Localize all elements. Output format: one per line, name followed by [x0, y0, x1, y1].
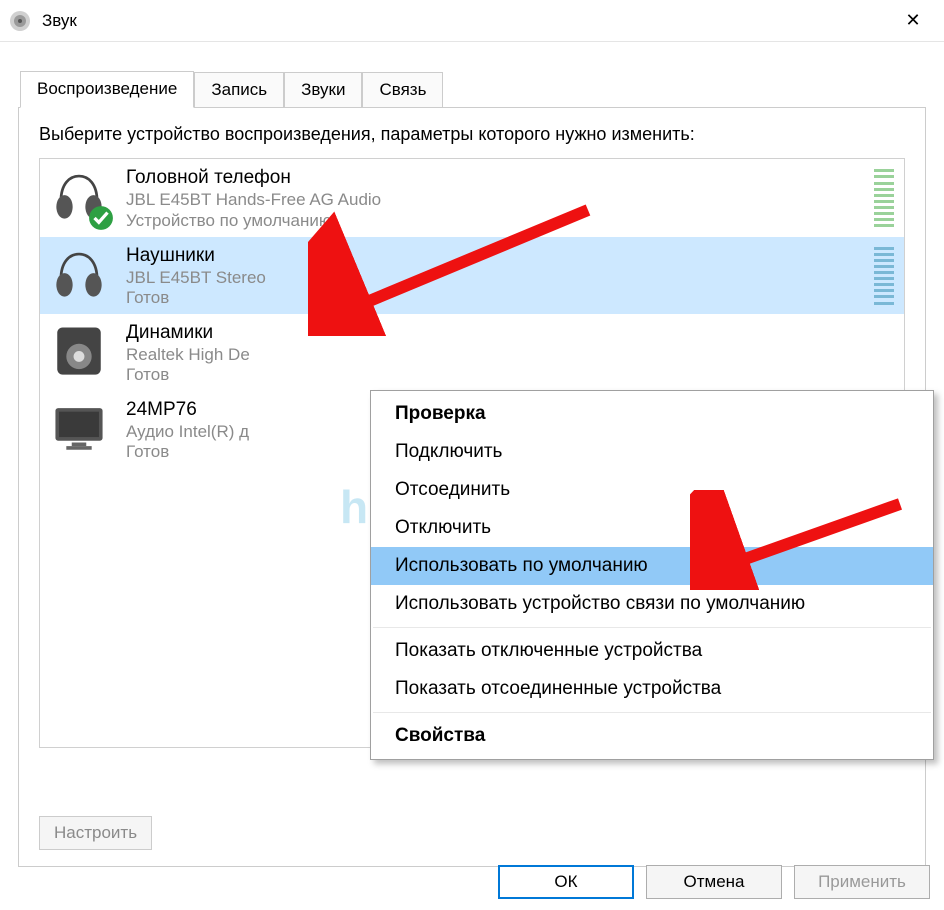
titlebar[interactable]: Звук ✕ — [0, 0, 944, 42]
close-button[interactable]: ✕ — [890, 6, 936, 36]
window-title: Звук — [42, 11, 77, 31]
monitor-icon — [50, 399, 108, 457]
cancel-button[interactable]: Отмена — [646, 865, 782, 899]
app-icon — [8, 9, 32, 33]
menu-item-connect[interactable]: Подключить — [371, 433, 933, 471]
headphones-icon — [50, 245, 108, 303]
annotation-arrow-icon — [690, 490, 920, 590]
menu-item-show-disconnected[interactable]: Показать отсоединенные устройства — [371, 670, 933, 708]
tabstrip: Воспроизведение Запись Звуки Связь — [20, 70, 944, 107]
speaker-icon — [50, 322, 108, 380]
close-icon: ✕ — [905, 10, 920, 31]
ok-button[interactable]: ОК — [498, 865, 634, 899]
level-meter — [874, 247, 894, 305]
menu-item-set-default-comm[interactable]: Использовать устройство связи по умолчан… — [371, 585, 933, 623]
menu-item-test[interactable]: Проверка — [371, 395, 933, 433]
tab-recording[interactable]: Запись — [194, 72, 284, 108]
menu-item-show-disabled[interactable]: Показать отключенные устройства — [371, 632, 933, 670]
headphones-icon — [50, 167, 108, 225]
device-desc: Realtek High De — [126, 344, 892, 365]
tab-playback[interactable]: Воспроизведение — [20, 71, 194, 108]
device-status: Готов — [126, 365, 892, 385]
menu-item-properties[interactable]: Свойства — [371, 717, 933, 755]
apply-button[interactable]: Применить — [794, 865, 930, 899]
annotation-arrow-icon — [308, 196, 608, 336]
device-name: Головной телефон — [126, 167, 892, 189]
tab-sounds[interactable]: Звуки — [284, 72, 362, 108]
menu-separator — [373, 712, 931, 713]
default-check-icon — [88, 205, 114, 231]
instruction-text: Выберите устройство воспроизведения, пар… — [39, 122, 905, 146]
tab-communications[interactable]: Связь — [362, 72, 443, 108]
configure-button[interactable]: Настроить — [39, 816, 152, 850]
menu-separator — [373, 627, 931, 628]
level-meter — [874, 169, 894, 227]
dialog-buttons: ОК Отмена Применить — [0, 854, 944, 910]
sound-window: Звук ✕ Воспроизведение Запись Звуки Связ… — [0, 0, 944, 910]
